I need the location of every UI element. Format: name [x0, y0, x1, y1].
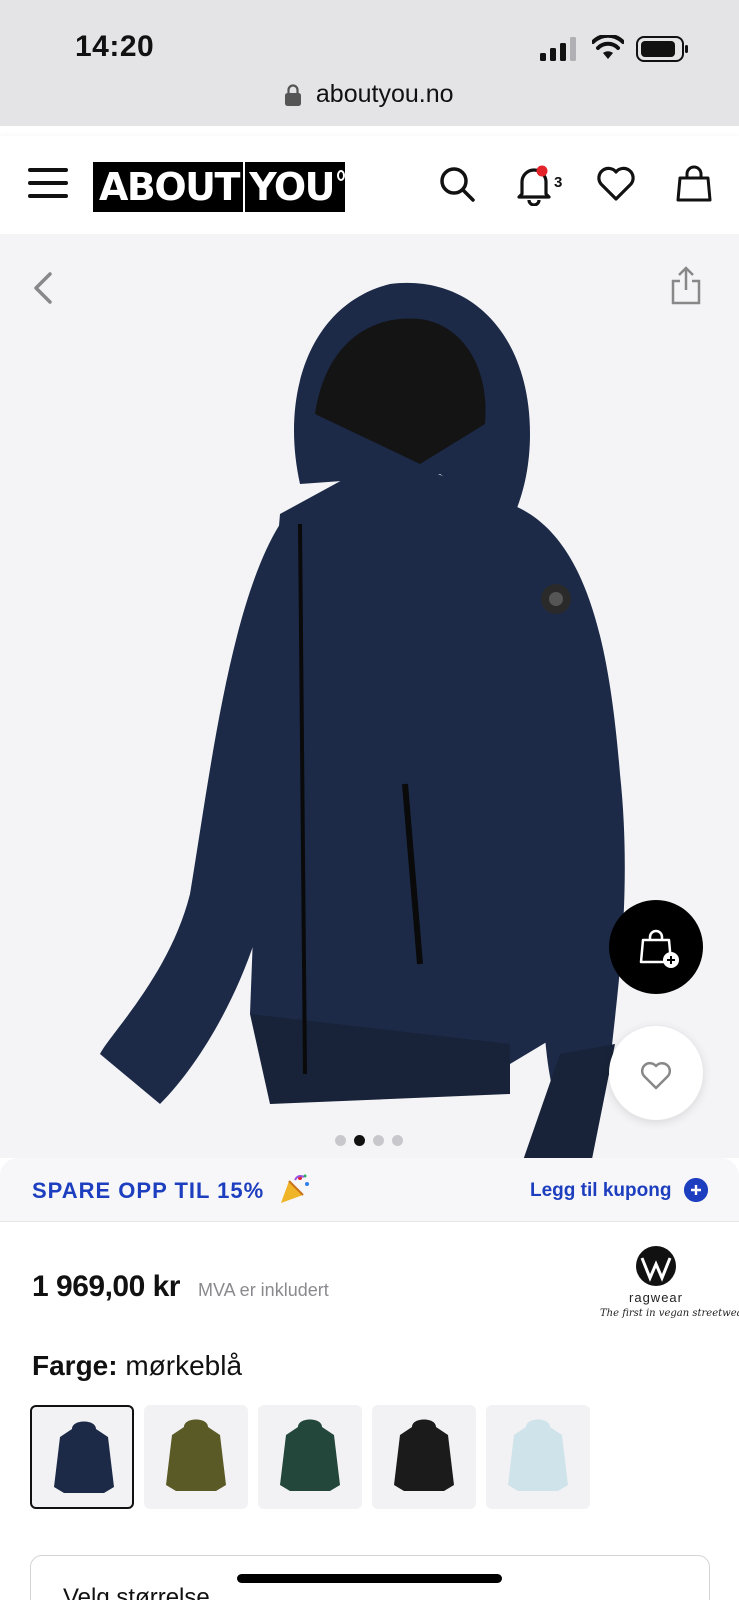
about-you-logo[interactable]: ABOUT YOU [93, 162, 345, 212]
battery-icon [636, 36, 688, 62]
gallery-dot[interactable] [335, 1135, 346, 1146]
url-text: aboutyou.no [315, 80, 454, 108]
site-header: ABOUT YOU 3 [0, 136, 739, 234]
brand-tagline: The first in vegan streetwear [600, 1308, 739, 1319]
color-swatch-5[interactable] [486, 1405, 590, 1509]
color-swatch-4[interactable] [372, 1405, 476, 1509]
ragwear-emblem-icon [636, 1246, 676, 1286]
add-coupon-link[interactable]: Legg til kupong [530, 1180, 671, 1202]
color-swatches [30, 1405, 710, 1509]
chevron-left-icon[interactable] [30, 270, 56, 306]
wishlist-heart-icon[interactable] [596, 164, 636, 204]
swatch-jacket-thumbnail [166, 1419, 226, 1491]
shopping-bag-icon[interactable] [674, 164, 714, 204]
menu-icon[interactable] [28, 166, 68, 200]
bag-plus-icon [639, 929, 679, 968]
search-icon[interactable] [437, 164, 477, 204]
vat-note: MVA er inkludert [198, 1280, 329, 1300]
cellular-signal-icon [540, 37, 576, 61]
browser-chrome: 14:20 aboutyou.no [0, 0, 739, 126]
notification-count: 3 [554, 174, 563, 191]
share-icon[interactable] [670, 266, 702, 306]
product-price: 1 969,00 kr [32, 1270, 180, 1303]
notifications-button[interactable]: 3 [514, 162, 570, 207]
status-time: 14:20 [75, 30, 155, 63]
color-label-row: Farge: mørkeblå [32, 1350, 242, 1382]
home-indicator [237, 1574, 502, 1583]
heart-icon [640, 1061, 672, 1090]
brand-logo[interactable]: ragwear The first in vegan streetwear [600, 1244, 739, 1328]
product-image-gallery[interactable] [0, 234, 739, 1158]
size-select-label: Velg størrelse [63, 1584, 210, 1600]
add-to-bag-button[interactable] [609, 900, 703, 994]
wifi-icon [592, 35, 624, 59]
lock-icon [285, 83, 302, 106]
logo-text-about: ABOUT [99, 165, 240, 209]
swatch-jacket-thumbnail [508, 1419, 568, 1491]
gallery-pagination [335, 1135, 415, 1147]
product-image-jacket [100, 282, 625, 1158]
swatch-jacket-thumbnail [280, 1419, 340, 1491]
color-swatch-1[interactable] [30, 1405, 134, 1509]
color-swatch-3[interactable] [258, 1405, 362, 1509]
gallery-dot[interactable] [373, 1135, 384, 1146]
address-bar[interactable]: aboutyou.no [0, 80, 739, 114]
brand-name: ragwear [629, 1290, 683, 1305]
plus-circle-icon[interactable] [684, 1178, 708, 1202]
swatch-jacket-thumbnail [54, 1421, 114, 1493]
logo-divider [242, 162, 246, 212]
add-to-wishlist-button[interactable] [609, 1026, 703, 1120]
gallery-dot[interactable] [392, 1135, 403, 1146]
promo-text: SPARE OPP TIL 15% [32, 1178, 265, 1203]
swatch-jacket-thumbnail [394, 1419, 454, 1491]
promo-banner: SPARE OPP TIL 15% Legg til kupong [0, 1158, 739, 1222]
logo-mark [337, 169, 345, 181]
color-label: Farge: [32, 1350, 118, 1381]
gallery-dot-active[interactable] [354, 1135, 365, 1146]
color-value: mørkeblå [125, 1350, 243, 1381]
party-popper-icon [281, 1174, 309, 1203]
color-swatch-2[interactable] [144, 1405, 248, 1509]
logo-text-you: YOU [249, 165, 335, 209]
bell-icon [517, 165, 551, 207]
